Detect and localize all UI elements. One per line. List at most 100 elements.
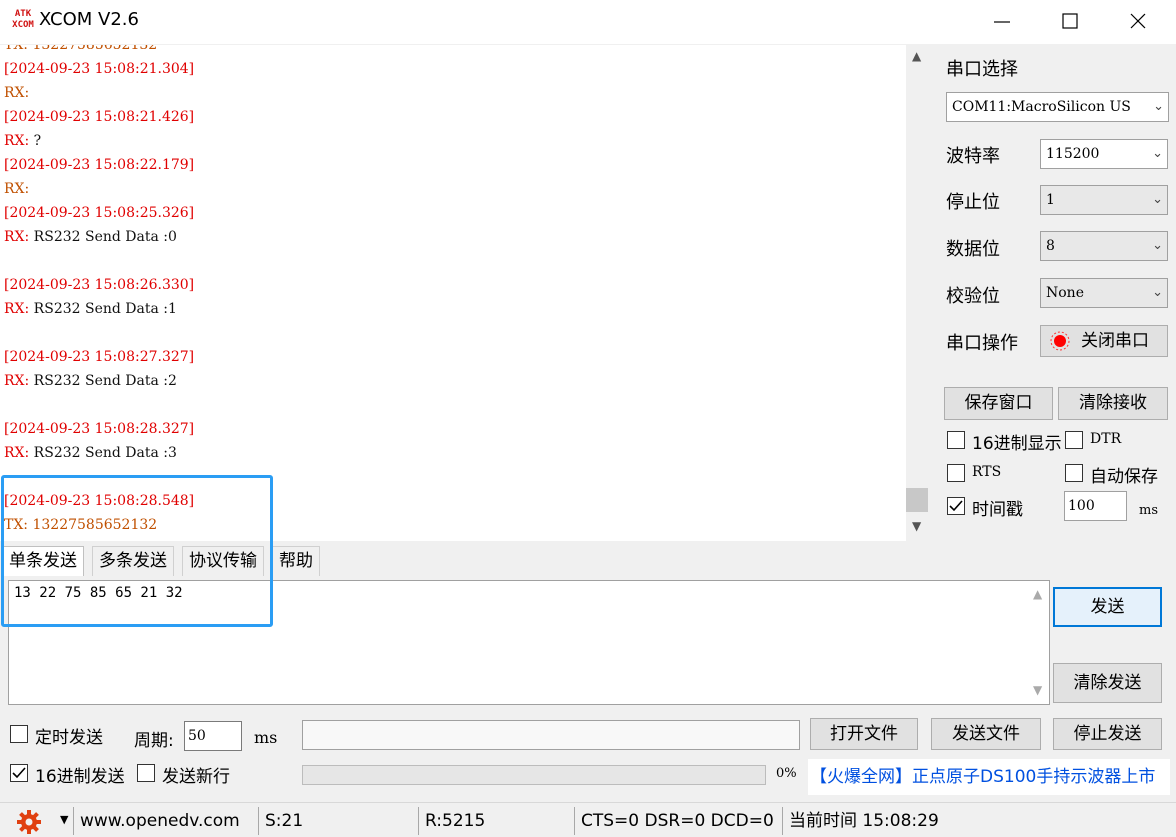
receive-line-prefix: RX: [4,301,30,317]
stopbits-value: 1 [1046,192,1055,208]
chevron-down-icon: ⌄ [1152,238,1163,253]
stop-send-button[interactable]: 停止发送 [1053,718,1162,750]
baud-select[interactable]: 115200 ⌄ [1040,139,1168,169]
hex-display-label: 16进制显示 [972,434,1062,454]
port-status-led-icon [1050,331,1070,351]
receive-line-prefix: RX: [4,445,30,461]
databits-select[interactable]: 8 ⌄ [1040,231,1168,261]
hex-send-label: 16进制发送 [35,767,125,787]
send-button[interactable]: 发送 [1053,587,1162,627]
parity-label: 校验位 [946,286,1000,307]
period-unit: ms [254,728,278,747]
scroll-up-icon[interactable]: ▲ [912,49,921,63]
receive-line-text: RS232 Send Data :2 [29,373,177,389]
close-button[interactable] [1106,0,1170,44]
progress-percent: 0% [776,766,797,781]
chevron-down-icon: ⌄ [1152,192,1163,207]
scroll-up-icon[interactable]: ▲ [1033,587,1042,601]
stopbits-select[interactable]: 1 ⌄ [1040,185,1168,215]
timestamp-interval-input[interactable]: 100 [1064,491,1127,521]
receive-line: RX: RS232 Send Data :1 [4,297,194,321]
received-count: R:5215 [418,807,485,835]
receive-line-text: RS232 Send Data :3 [29,445,177,461]
receive-line [4,249,194,273]
scroll-down-icon[interactable]: ▼ [1033,683,1042,697]
receive-line: [2024-09-23 15:08:27.327] [4,349,195,365]
minimize-button[interactable] [970,0,1034,44]
timestamp-label: 时间戳 [972,500,1023,520]
highlight-box [1,475,273,627]
promo-link[interactable]: 【火爆全网】正点原子DS100手持示波器上市 [808,759,1170,795]
databits-value: 8 [1046,238,1055,254]
rts-label: RTS [972,464,1002,480]
maximize-icon [1062,13,1078,29]
receive-line: RX: [4,85,30,101]
timed-send-label: 定时发送 [35,728,103,748]
clear-send-button[interactable]: 清除发送 [1053,663,1162,703]
close-icon [1130,13,1146,29]
title-bar: ATK XCOM XCOM V2.6 [0,0,1176,44]
open-file-button[interactable]: 打开文件 [810,718,918,750]
port-op-label: 串口操作 [946,333,1018,354]
minimize-icon [994,21,1010,23]
clear-receive-button[interactable]: 清除接收 [1058,387,1168,420]
line-status: CTS=0 DSR=0 DCD=0 [574,807,774,835]
file-path-field[interactable] [302,720,800,750]
chevron-down-icon: ⌄ [1152,285,1163,300]
send-newline-checkbox[interactable] [137,764,155,782]
gear-icon[interactable] [16,809,42,835]
receive-line-text: RS232 Send Data :1 [29,301,177,317]
parity-select[interactable]: None ⌄ [1040,278,1168,308]
checkmark-icon [949,500,963,512]
auto-save-label: 自动保存 [1090,467,1158,487]
close-port-label: 关闭串口 [1081,331,1149,351]
receive-scrollbar[interactable]: ▲ ▼ [906,45,930,541]
dtr-checkbox[interactable] [1065,431,1083,449]
website-link[interactable]: www.openedv.com [73,807,240,835]
close-port-button[interactable]: 关闭串口 [1040,325,1168,357]
status-bar: ▼ www.openedv.com S:21 R:5215 CTS=0 DSR=… [0,802,1176,837]
receive-line: [2024-09-23 15:08:21.304] [4,61,195,77]
port-select-label: 串口选择 [946,59,1018,80]
chevron-down-icon: ⌄ [1152,146,1163,161]
send-newline-label: 发送新行 [162,767,230,787]
send-progress-bar [302,765,766,785]
receive-line: [2024-09-23 15:08:26.330] [4,277,195,293]
app-logo-icon: ATK XCOM [12,9,34,30]
send-file-button[interactable]: 发送文件 [931,718,1041,750]
auto-save-checkbox[interactable] [1065,464,1083,482]
sent-count: S:21 [258,807,303,835]
receive-lines: TX: 13227585652132 [2024-09-23 15:08:21.3… [4,45,194,537]
receive-line-prefix: RX: [4,229,30,245]
port-select[interactable]: COM11:MacroSilicon US ⌄ [946,92,1169,122]
receive-line-text: RS232 Send Data :0 [29,229,177,245]
receive-line: [2024-09-23 15:08:21.426] [4,109,195,125]
maximize-button[interactable] [1038,0,1102,44]
chevron-down-icon: ⌄ [1153,99,1164,114]
scroll-down-icon[interactable]: ▼ [912,519,921,533]
receive-line-prefix: RX: [4,373,30,389]
receive-line [4,393,194,417]
period-input[interactable]: 50 [184,721,242,751]
receive-line: RX: RS232 Send Data :2 [4,369,194,393]
scrollbar-thumb[interactable] [906,488,928,512]
receive-area[interactable]: TX: 13227585652132 [2024-09-23 15:08:21.3… [0,45,906,541]
baud-value: 115200 [1046,146,1100,162]
timed-send-checkbox[interactable] [10,725,28,743]
send-scrollbar[interactable]: ▲ ▼ [1027,581,1049,704]
caret-down-icon[interactable]: ▼ [60,806,68,834]
tab-help[interactable]: 帮助 [272,546,320,576]
save-window-button[interactable]: 保存窗口 [944,387,1053,420]
databits-label: 数据位 [946,239,1000,260]
hex-display-checkbox[interactable] [947,431,965,449]
current-time: 当前时间 15:08:29 [782,807,939,835]
receive-line: RX: [4,181,30,197]
timestamp-unit: ms [1139,503,1158,518]
receive-line: TX: 13227585652132 [4,45,158,53]
rts-checkbox[interactable] [947,464,965,482]
hex-send-checkbox[interactable] [10,764,28,782]
baud-label: 波特率 [946,146,1000,167]
timestamp-checkbox[interactable] [947,497,965,515]
receive-line: [2024-09-23 15:08:25.326] [4,205,195,221]
parity-value: None [1046,285,1084,301]
